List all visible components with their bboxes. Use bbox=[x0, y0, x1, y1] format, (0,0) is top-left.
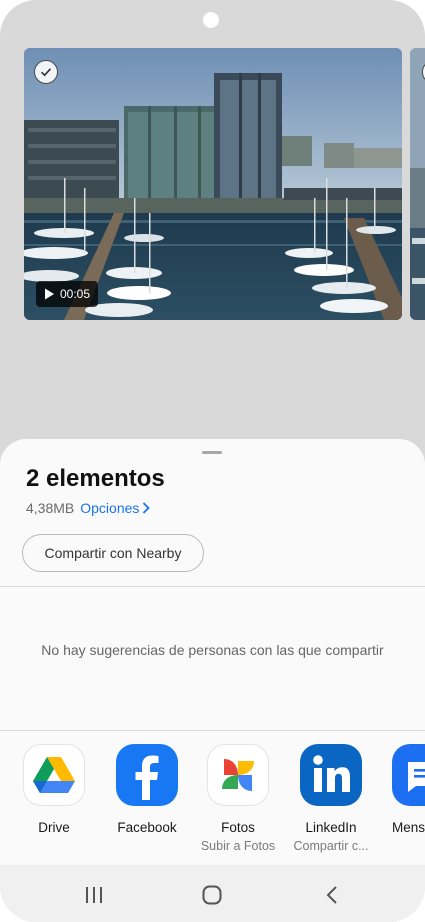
app-label: Mens bbox=[392, 820, 425, 835]
google-photos-icon bbox=[207, 744, 269, 806]
video-thumbnail[interactable]: 00:05 bbox=[24, 48, 402, 320]
app-label: Drive bbox=[38, 820, 70, 835]
second-photo bbox=[410, 48, 425, 320]
camera-cutout bbox=[203, 12, 219, 28]
system-nav-bar bbox=[0, 865, 425, 922]
app-label: Fotos bbox=[221, 820, 255, 835]
app-label: LinkedIn bbox=[305, 820, 357, 835]
sheet-title: 2 elementos bbox=[26, 465, 165, 492]
sheet-drag-handle[interactable] bbox=[202, 451, 222, 454]
share-nearby-button[interactable]: Compartir con Nearby bbox=[22, 534, 204, 572]
linkedin-icon bbox=[300, 744, 362, 806]
no-suggestions-text: No hay sugerencias de personas con las q… bbox=[41, 642, 384, 658]
share-apps-row: Drive Facebook Fotos Subir a Fotos Linke… bbox=[0, 744, 425, 874]
facebook-icon bbox=[116, 744, 178, 806]
app-label: Facebook bbox=[117, 820, 177, 835]
sheet-subtitle: 4,38MB Opciones bbox=[26, 500, 151, 516]
total-size: 4,38MB bbox=[26, 500, 75, 516]
divider bbox=[0, 586, 425, 587]
play-icon bbox=[45, 288, 54, 300]
back-icon[interactable] bbox=[320, 883, 344, 907]
select-check-icon[interactable] bbox=[34, 60, 58, 84]
second-thumbnail[interactable] bbox=[410, 48, 425, 320]
video-duration: 00:05 bbox=[60, 287, 91, 301]
app-drive[interactable]: Drive bbox=[8, 744, 100, 835]
share-sheet: 2 elementos 4,38MB Opciones Compartir co… bbox=[0, 439, 425, 922]
app-sublabel: Subir a Fotos bbox=[200, 839, 276, 853]
phone-screen: 00:05 2 elementos 4,38MB Opciones Compar… bbox=[0, 0, 425, 922]
options-link[interactable]: Opciones bbox=[80, 500, 151, 516]
app-messages[interactable]: Mens bbox=[376, 744, 425, 835]
options-label: Opciones bbox=[80, 500, 140, 516]
messages-icon bbox=[392, 744, 425, 806]
app-sublabel: Compartir c... bbox=[293, 839, 369, 853]
home-icon[interactable] bbox=[200, 883, 224, 907]
google-drive-icon bbox=[23, 744, 85, 806]
video-duration-badge: 00:05 bbox=[36, 281, 99, 307]
app-facebook[interactable]: Facebook bbox=[101, 744, 193, 835]
recent-apps-icon[interactable] bbox=[82, 883, 106, 907]
harbor-photo bbox=[24, 48, 402, 320]
app-photos[interactable]: Fotos Subir a Fotos bbox=[192, 744, 284, 853]
divider bbox=[0, 730, 425, 731]
app-linkedin[interactable]: LinkedIn Compartir c... bbox=[285, 744, 377, 853]
chevron-right-icon bbox=[143, 502, 151, 514]
